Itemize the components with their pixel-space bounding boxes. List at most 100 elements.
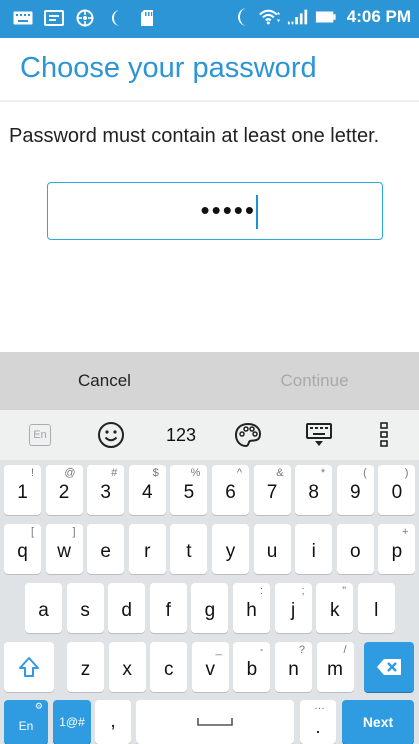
- key-label: c: [163, 659, 174, 680]
- key-secondary-label: #: [111, 467, 118, 479]
- key-6[interactable]: 6 ^: [212, 465, 249, 515]
- numbers-button[interactable]: 123: [156, 410, 206, 460]
- hide-keyboard-button[interactable]: [297, 410, 341, 460]
- key-label: 0: [391, 482, 403, 503]
- keyboard-hide-icon: [306, 423, 332, 446]
- key-b[interactable]: b-: [233, 642, 271, 692]
- moon-icon: [231, 8, 253, 26]
- key-0[interactable]: 0): [378, 465, 416, 515]
- title-divider: [0, 100, 419, 102]
- web-icon: [74, 9, 96, 27]
- key-m[interactable]: m /: [316, 642, 354, 692]
- key-secondary-label: @: [64, 467, 76, 479]
- comma-label: ,: [110, 711, 116, 732]
- keyboard-toolbar: En 123: [0, 410, 419, 460]
- emoji-button[interactable]: [89, 410, 133, 460]
- key-v[interactable]: v _: [191, 642, 229, 692]
- key-c[interactable]: c: [150, 642, 188, 692]
- language-label: En: [29, 424, 51, 446]
- key-n[interactable]: n?: [275, 642, 312, 692]
- key-label: 7: [266, 482, 278, 503]
- key-a[interactable]: a: [25, 583, 62, 633]
- symbols-key[interactable]: 1@#: [53, 700, 91, 744]
- key-9[interactable]: 9(: [336, 465, 374, 515]
- key-q[interactable]: q[: [4, 524, 41, 574]
- key-k[interactable]: k ": [316, 583, 354, 633]
- more-options-button[interactable]: [366, 410, 402, 460]
- language-key[interactable]: En ⚙: [4, 700, 48, 744]
- key-o[interactable]: o: [336, 524, 374, 574]
- key-secondary-label: %: [190, 467, 201, 479]
- backspace-icon: [377, 659, 401, 675]
- key-label: k: [329, 600, 340, 621]
- key-j[interactable]: j;: [274, 583, 312, 633]
- key-7[interactable]: 7 &: [253, 465, 291, 515]
- space-key[interactable]: [136, 700, 294, 744]
- key-u[interactable]: u: [253, 524, 291, 574]
- keyboard-icon: [12, 9, 34, 27]
- key-secondary-label: ]: [72, 526, 76, 538]
- key-5[interactable]: 5%: [170, 465, 208, 515]
- key-label: 3: [100, 482, 111, 503]
- language-key-label: En: [18, 719, 34, 733]
- shift-key[interactable]: [4, 642, 54, 692]
- key-g[interactable]: g: [191, 583, 229, 633]
- key-8[interactable]: 8 *: [295, 465, 333, 515]
- key-p[interactable]: p +: [378, 524, 416, 574]
- status-bar: 4:06 PM: [0, 0, 419, 38]
- key-f[interactable]: f: [149, 583, 187, 633]
- key-x[interactable]: x: [108, 642, 146, 692]
- key-h[interactable]: h:: [233, 583, 270, 633]
- key-label: x: [122, 659, 132, 680]
- smiley-icon: [98, 422, 124, 448]
- key-label: j: [290, 600, 296, 621]
- key-label: q: [17, 541, 28, 562]
- key-label: r: [144, 541, 151, 562]
- key-w[interactable]: w]: [45, 524, 83, 574]
- key-label: y: [225, 541, 236, 562]
- key-label: a: [38, 600, 49, 621]
- battery-icon: [315, 8, 337, 26]
- password-input[interactable]: •••••: [47, 182, 383, 240]
- comma-key[interactable]: ,: [95, 700, 131, 744]
- key-secondary-label: *: [320, 467, 326, 479]
- key-s[interactable]: s: [66, 583, 104, 633]
- key-y[interactable]: y: [212, 524, 249, 574]
- key-secondary-label: ": [342, 585, 347, 597]
- key-label: m: [327, 659, 343, 680]
- key-3[interactable]: 3 #: [87, 465, 125, 515]
- key-2[interactable]: 2 @: [45, 465, 83, 515]
- key-secondary-label: !: [30, 467, 34, 479]
- cancel-button[interactable]: Cancel: [0, 352, 209, 410]
- key-label: 4: [142, 482, 153, 503]
- key-label: d: [121, 600, 132, 621]
- symbols-key-label: 1@#: [59, 715, 85, 729]
- key-label: 9: [350, 482, 361, 503]
- key-label: l: [374, 600, 379, 621]
- key-t[interactable]: t: [170, 524, 208, 574]
- status-right-icons: 4:06 PM: [231, 7, 411, 27]
- key-l[interactable]: l: [357, 583, 395, 633]
- key-1[interactable]: 1!: [4, 465, 41, 515]
- key-label: w: [57, 541, 71, 562]
- language-toggle-button[interactable]: En: [20, 410, 60, 460]
- theme-button[interactable]: [226, 410, 270, 460]
- next-key[interactable]: Next: [342, 700, 414, 744]
- key-i[interactable]: i: [295, 524, 333, 574]
- period-label: .: [315, 717, 321, 738]
- key-4[interactable]: 4 $: [128, 465, 166, 515]
- key-r[interactable]: r: [128, 524, 166, 574]
- key-label: v: [205, 659, 216, 680]
- key-secondary-label: /: [343, 644, 347, 656]
- key-secondary-label: (: [363, 467, 367, 479]
- key-label: b: [246, 659, 258, 680]
- key-z[interactable]: z: [67, 642, 104, 692]
- action-button-bar: Cancel Continue: [0, 352, 419, 410]
- key-d[interactable]: d: [108, 583, 146, 633]
- key-label: i: [311, 541, 316, 562]
- backspace-key[interactable]: [364, 642, 414, 692]
- text-cursor: [256, 195, 258, 229]
- period-key[interactable]: .…: [300, 700, 336, 744]
- continue-button[interactable]: Continue: [210, 352, 419, 410]
- key-e[interactable]: e: [87, 524, 125, 574]
